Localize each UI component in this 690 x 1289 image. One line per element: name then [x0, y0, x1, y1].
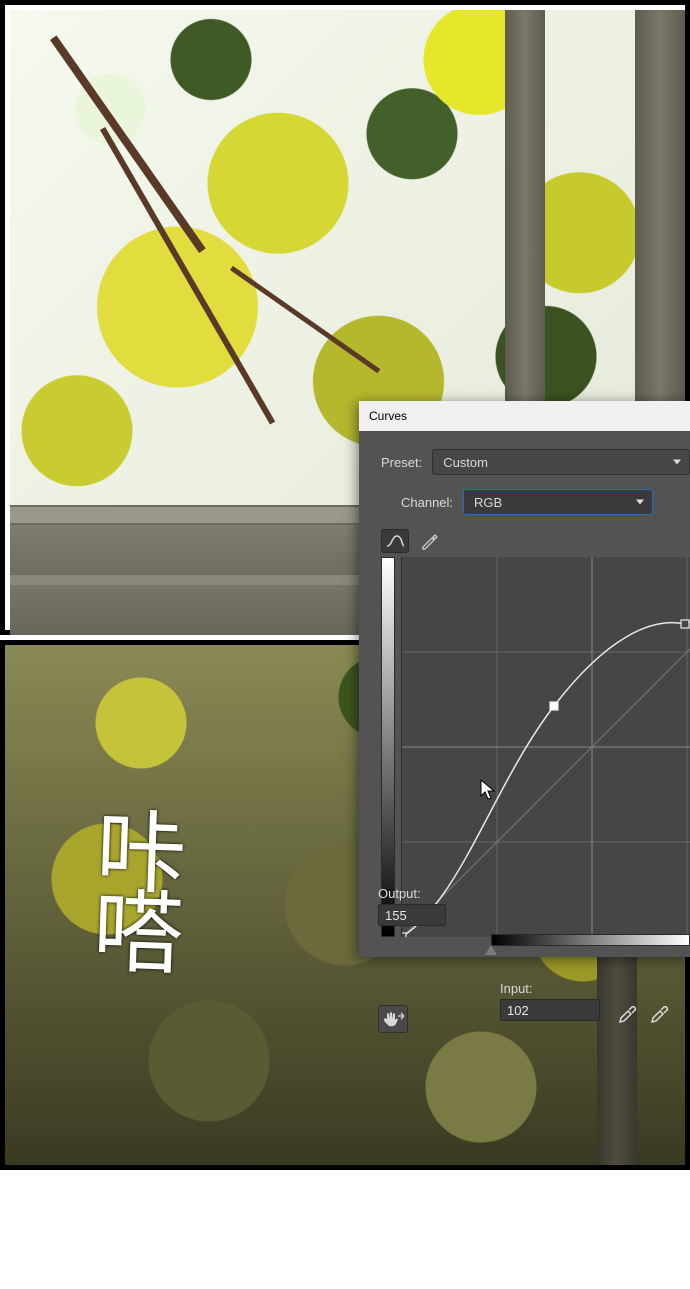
preset-label: Preset:	[381, 455, 422, 470]
output-label: Output:	[378, 886, 468, 901]
black-point-eyedropper[interactable]	[617, 1005, 637, 1025]
curve-point-selected[interactable]	[550, 702, 558, 710]
input-label: Input:	[500, 981, 620, 996]
output-input[interactable]	[378, 904, 446, 926]
pencil-icon	[420, 532, 438, 550]
preset-value: Custom	[443, 455, 488, 470]
gray-point-eyedropper[interactable]	[649, 1005, 669, 1025]
curves-graph[interactable]	[401, 557, 690, 937]
slider-handle-icon[interactable]	[485, 945, 497, 955]
eyedropper-icon	[617, 1005, 637, 1025]
dialog-title: Curves	[369, 409, 407, 423]
pencil-tool-button[interactable]	[415, 529, 443, 553]
channel-select[interactable]: RGB	[463, 489, 653, 515]
output-gradient-bar[interactable]	[381, 557, 395, 937]
hand-adjust-icon	[382, 1010, 404, 1028]
output-field-group: Output:	[378, 886, 468, 926]
curve-point[interactable]	[681, 620, 689, 628]
dialog-titlebar[interactable]: Curves	[359, 401, 690, 431]
on-image-adjust-button[interactable]	[378, 1005, 408, 1033]
curve-tool-button[interactable]	[381, 529, 409, 553]
channel-label: Channel:	[401, 495, 453, 510]
eyedropper-group	[617, 1005, 669, 1025]
input-input[interactable]	[500, 999, 600, 1021]
black-point-slider[interactable]	[491, 946, 690, 960]
channel-value: RGB	[474, 495, 502, 510]
input-field-group: Input:	[500, 981, 620, 1021]
eyedropper-icon	[649, 1005, 669, 1025]
curve-icon	[385, 533, 405, 549]
input-gradient-bar[interactable]	[491, 934, 690, 946]
curves-dialog[interactable]: Curves Preset: Custom Channel: RGB	[359, 401, 690, 957]
preset-select[interactable]: Custom	[432, 449, 690, 475]
